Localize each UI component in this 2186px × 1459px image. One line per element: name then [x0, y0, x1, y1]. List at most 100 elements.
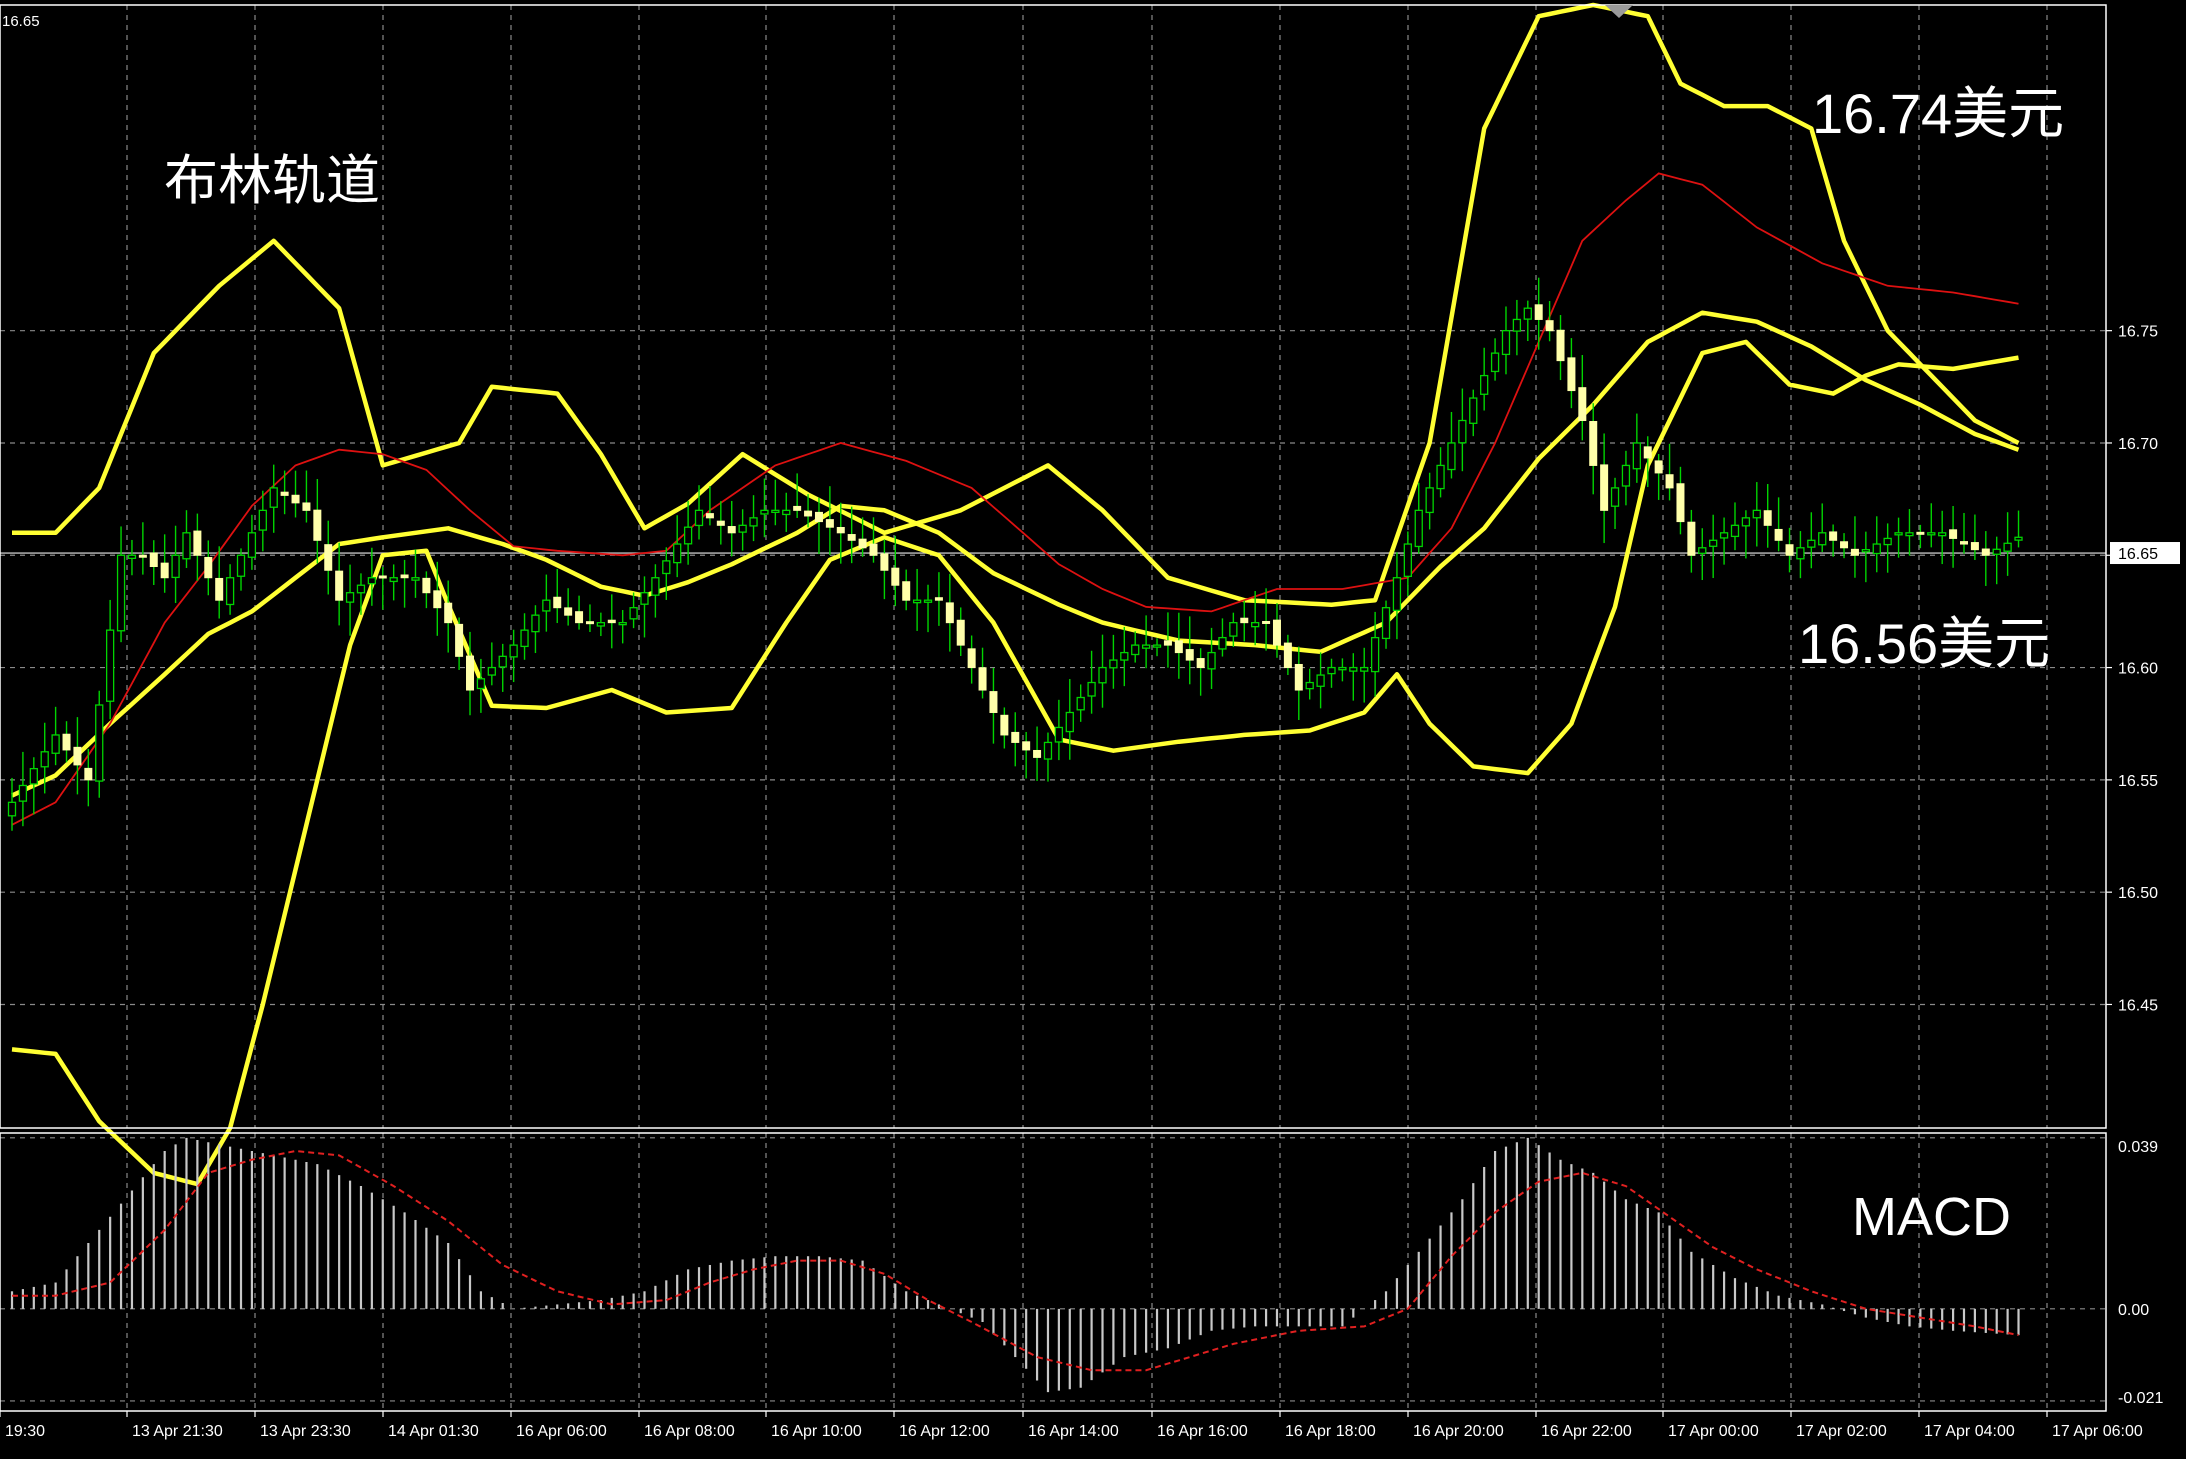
time-axis-tick: 14 Apr 01:30 [388, 1423, 479, 1440]
candle-bull [1621, 464, 1631, 487]
candle-bear [400, 574, 409, 579]
time-axis-tick: 16 Apr 20:00 [1413, 1423, 1504, 1440]
time-axis-tick: 16 Apr 10:00 [771, 1423, 862, 1440]
candle-bull [1501, 330, 1511, 356]
time-axis-tick: 17 Apr 00:00 [1668, 1423, 1759, 1440]
candle-bull [1098, 666, 1107, 684]
candle-bull [912, 599, 922, 604]
candle-bear [967, 648, 976, 669]
candle-bull [1425, 487, 1434, 514]
candle-bear [804, 510, 813, 517]
candle-bull [760, 509, 769, 515]
candle-bear [1643, 446, 1652, 459]
candle-bull [2003, 542, 2012, 552]
candle-bull [116, 554, 126, 632]
candle-bear [705, 513, 714, 519]
candle-bull [771, 509, 780, 514]
candle-bull [1894, 532, 1903, 536]
candle-bull [1109, 659, 1118, 669]
candle-bear [1959, 541, 1968, 545]
candle-bull [1610, 487, 1620, 507]
candle-bull [1370, 636, 1380, 673]
lower-price-label: 16.56美元 [1798, 612, 2050, 675]
price-chart-svg[interactable]: 16.65 16.75 16.70 16.65 16.60 16.55 16.50 16.4… [0, 0, 2186, 1454]
candle-bull [618, 622, 627, 626]
candle-bull [127, 554, 137, 559]
candle-bull [1327, 666, 1336, 675]
candle-bull [1883, 537, 1892, 546]
candle-bear [1578, 387, 1587, 422]
candle-bull [1120, 651, 1129, 661]
candle-bull [1796, 547, 1805, 560]
candle-bull [1316, 674, 1325, 687]
candle-bear [956, 619, 965, 646]
time-axis-tick: 16 Apr 22:00 [1541, 1423, 1632, 1440]
chart-window: 16.65 16.75 16.70 16.65 16.60 16.55 16.50 16.4… [0, 0, 2186, 1454]
candle-bear [1687, 521, 1696, 556]
candle-bull [1054, 726, 1064, 743]
candle-bull [1131, 644, 1140, 656]
candle-bull [40, 751, 49, 768]
candle-bear [335, 570, 344, 601]
candle-bull [1927, 532, 1936, 536]
candle-bull [1392, 577, 1402, 612]
time-axis-tick: 13 Apr 23:30 [260, 1423, 351, 1440]
candle-bull [225, 577, 235, 606]
candle-bear [1272, 619, 1281, 646]
candle-bear [1785, 544, 1794, 556]
candle-bull [411, 577, 420, 581]
time-axis-tick: 17 Apr 06:00 [2052, 1423, 2143, 1440]
macd-axis-tick: -0.021 [2118, 1390, 2163, 1407]
candle-bull [1043, 741, 1053, 760]
price-axis-tick: 16.45 [2118, 997, 2158, 1014]
macd-label: MACD [1852, 1187, 2011, 1247]
candle-bull [1076, 696, 1085, 711]
candle-bear [564, 607, 573, 616]
candle-bull [662, 560, 671, 575]
candle-bear [1949, 529, 1958, 539]
candle-bear [1534, 304, 1543, 320]
candle-bull [487, 666, 496, 676]
candle-bull [749, 517, 758, 527]
candle-bear [891, 567, 900, 586]
candle-bull [1709, 539, 1718, 547]
candle-bear [607, 619, 616, 624]
candle-bear [902, 581, 911, 601]
time-axis-tick: 16 Apr 16:00 [1157, 1423, 1248, 1440]
candle-bear [1600, 464, 1609, 511]
candle-bear [945, 602, 954, 624]
candle-bull [542, 599, 551, 612]
candle-bull [629, 607, 638, 620]
candle-bull [1719, 532, 1729, 539]
candle-bear [280, 491, 289, 496]
candle-bear [1829, 531, 1838, 541]
candle-bear [1163, 640, 1172, 646]
candle-bull [1447, 442, 1456, 471]
candle-bull [640, 592, 649, 605]
candle-bull [1730, 524, 1740, 538]
price-axis-tick: 16.50 [2118, 885, 2158, 902]
time-axis-tick: 16 Apr 08:00 [644, 1423, 735, 1440]
price-axis-tick: 16.75 [2118, 324, 2158, 341]
candle-bear [1294, 663, 1303, 691]
time-axis-tick: 19:30 [5, 1423, 45, 1440]
candle-bull [738, 524, 747, 533]
candle-bear [978, 667, 987, 691]
candle-bear [73, 746, 82, 766]
candle-bear [215, 577, 224, 601]
candle-bull [1512, 318, 1522, 332]
candle-bull [105, 629, 115, 702]
candle-bull [1141, 644, 1151, 649]
candle-bear [1916, 531, 1925, 535]
upper-price-label: 16.74美元 [1812, 82, 2064, 145]
candle-bull [1992, 548, 2001, 555]
candle-bear [847, 534, 856, 541]
candle-bull [596, 622, 606, 627]
candle-bull [1349, 666, 1358, 672]
candle-bull [1698, 547, 1707, 554]
candle-bear [1567, 357, 1576, 392]
candle-bear [1763, 510, 1772, 526]
candle-bear [1022, 741, 1031, 751]
top-left-price: 16.65 [2, 13, 40, 30]
candle-bear [814, 511, 823, 523]
